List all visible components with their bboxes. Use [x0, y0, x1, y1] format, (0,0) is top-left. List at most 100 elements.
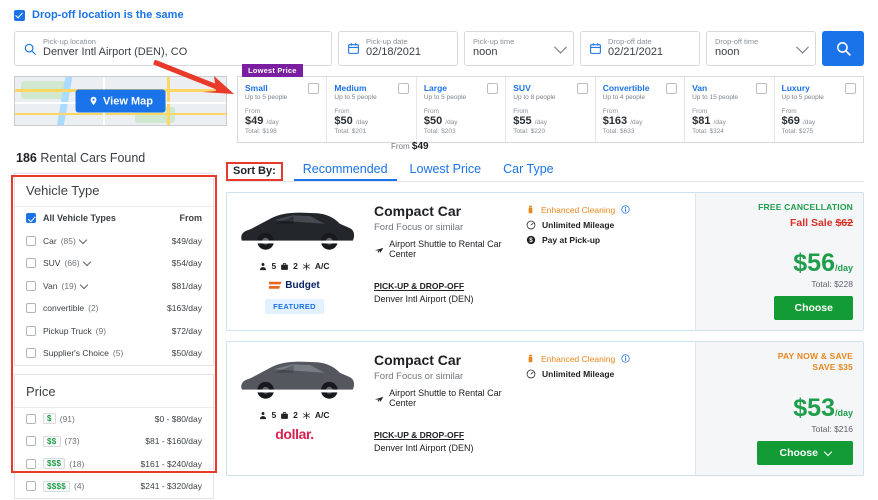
car-type-capacity: Up to 15 people [692, 94, 766, 101]
car-type-card[interactable]: SmallUp to 5 peopleFrom$49 /dayTotal: $1… [238, 77, 327, 142]
filter-row-vehicle-type[interactable]: Car(85)$49/day [15, 230, 213, 253]
shuttle-label: Airport Shuttle to Rental Car Center [389, 239, 520, 259]
feature-line: Unlimited Mileage [526, 369, 695, 379]
features-column: Enhanced CleaningUnlimited Mileage$Pay a… [520, 193, 695, 330]
car-result-card[interactable]: 52A/CBudgetFEATUREDCompact CarFord Focus… [226, 192, 864, 331]
spray-bottle-icon [526, 353, 535, 364]
filter-checkbox[interactable] [26, 303, 36, 313]
sort-from-tag: From $49 [391, 141, 429, 152]
price-tier-tag: $$$ [43, 458, 65, 469]
car-type-checkbox[interactable] [666, 83, 677, 94]
car-type-card[interactable]: SUVUp to 8 peopleFrom$55 /dayTotal: $220 [506, 77, 595, 142]
car-type-price: $55 [513, 115, 531, 127]
chevron-down-icon[interactable] [79, 281, 87, 289]
feature-line: Enhanced Cleaning [526, 204, 695, 215]
filter-count: (85) [61, 236, 76, 246]
car-type-checkbox[interactable] [308, 83, 319, 94]
filter-count: (9) [96, 326, 106, 336]
filter-row-vehicle-type[interactable]: SUV(66)$54/day [15, 252, 213, 275]
car-type-capacity: Up to 5 people [334, 94, 408, 101]
pickup-dropoff-heading: PICK-UP & DROP-OFF [374, 430, 520, 440]
search-icon [23, 42, 37, 56]
car-type-card[interactable]: ConvertibleUp to 4 peopleFrom$163 /dayTo… [596, 77, 685, 142]
vehicle-type-title: Vehicle Type [15, 174, 213, 207]
car-type-checkbox[interactable] [398, 83, 409, 94]
car-type-checkbox[interactable] [756, 83, 767, 94]
filter-checkbox[interactable] [26, 436, 36, 446]
car-type-capacity: Up to 8 people [513, 94, 587, 101]
dropoff-date-field[interactable]: Drop-off date 02/21/2021 [580, 31, 700, 66]
dropoff-same-row[interactable]: Drop-off location is the same [14, 6, 864, 24]
info-icon[interactable] [621, 354, 630, 363]
filter-count: (2) [88, 303, 98, 313]
save-amount-label: SAVE $35 [706, 362, 853, 373]
filter-row-price[interactable]: $(91)$0 - $80/day [15, 408, 213, 431]
filter-row-vehicle-type[interactable]: Van(19)$81/day [15, 275, 213, 298]
filter-price: $49/day [172, 236, 202, 246]
price-total: Total: $228 [706, 279, 853, 289]
filter-row-vehicle-type[interactable]: Pickup Truck(9)$72/day [15, 320, 213, 343]
car-type-strip: Lowest Price SmallUp to 5 peopleFrom$49 … [237, 76, 864, 143]
sort-tab[interactable]: Lowest Price [399, 162, 493, 181]
filter-checkbox[interactable] [26, 236, 36, 246]
search-icon [835, 40, 852, 57]
car-type-total: Total: $633 [603, 128, 677, 135]
car-type-card[interactable]: LuxuryUp to 5 peopleFrom$69 /dayTotal: $… [775, 77, 863, 142]
filter-row-vehicle-type[interactable]: convertible(2)$163/day [15, 297, 213, 320]
sort-tab[interactable]: Recommended [292, 162, 399, 181]
main-content: 186 Rental Cars Found Vehicle Type All V… [14, 151, 864, 499]
search-header: Drop-off location is the same Pick-up lo… [0, 0, 878, 66]
chevron-down-icon[interactable] [79, 236, 87, 244]
choose-button[interactable]: Choose [774, 296, 853, 320]
pickup-date-field[interactable]: Pick-up date 02/18/2021 [338, 31, 458, 66]
pickup-time-field[interactable]: Pick-up time noon [464, 31, 574, 66]
filter-count: (18) [69, 459, 84, 469]
view-map-label: View Map [103, 95, 153, 107]
car-type-checkbox[interactable] [577, 83, 588, 94]
car-image [232, 199, 358, 257]
car-details-column: Compact CarFord Focus or similarAirport … [362, 193, 520, 330]
search-button[interactable] [822, 31, 864, 66]
car-type-total: Total: $324 [692, 128, 766, 135]
filter-checkbox[interactable] [26, 258, 36, 268]
car-title: Compact Car [374, 203, 520, 219]
car-type-card[interactable]: LargeUp to 5 peopleFrom$50 /dayTotal: $2… [417, 77, 506, 142]
dropoff-same-checkbox[interactable] [14, 10, 25, 21]
filter-checkbox[interactable] [26, 414, 36, 424]
car-type-checkbox[interactable] [845, 83, 856, 94]
filter-checkbox[interactable] [26, 459, 36, 469]
filter-row-price[interactable]: $$$$(4)$241 - $320/day [15, 475, 213, 498]
filter-all-vehicle-types[interactable]: All Vehicle Types From [15, 207, 213, 230]
filter-checkbox[interactable] [26, 326, 36, 336]
filter-checkbox[interactable] [26, 348, 36, 358]
feature-line: $Pay at Pick-up [526, 235, 695, 245]
results-count: 186 Rental Cars Found [16, 151, 214, 165]
info-icon[interactable] [621, 205, 630, 214]
car-type-card[interactable]: MediumUp to 5 peopleFrom$50 /dayTotal: $… [327, 77, 416, 142]
filter-row-vehicle-type[interactable]: Supplier's Choice(5)$50/day [15, 342, 213, 365]
bag-count: 2 [293, 410, 298, 420]
all-vehicle-types-checkbox[interactable] [26, 213, 36, 223]
price-amount: $53 [793, 394, 835, 422]
price-column: FREE CANCELLATIONFall Sale $62$56/dayTot… [695, 193, 863, 330]
car-type-capacity: Up to 4 people [603, 94, 677, 101]
filter-checkbox[interactable] [26, 281, 36, 291]
chevron-down-icon[interactable] [82, 258, 90, 266]
car-type-price: $50 [424, 115, 442, 127]
dropoff-time-field[interactable]: Drop-off time noon [706, 31, 816, 66]
car-type-from-label: From [603, 108, 677, 115]
price-panel: Price $(91)$0 - $80/day$$(73)$81 - $160/… [14, 374, 214, 499]
car-result-card[interactable]: 52A/Cdollar.Compact CarFord Focus or sim… [226, 341, 864, 476]
calendar-icon [589, 42, 602, 55]
choose-button[interactable]: Choose [757, 441, 853, 465]
car-type-card[interactable]: VanUp to 15 peopleFrom$81 /dayTotal: $32… [685, 77, 774, 142]
sort-divider [226, 181, 864, 182]
person-icon [259, 411, 267, 420]
filter-checkbox[interactable] [26, 481, 36, 491]
feature-label: Unlimited Mileage [542, 369, 614, 379]
car-model: Ford Focus or similar [374, 371, 520, 382]
sort-tab[interactable]: Car Type [492, 162, 565, 181]
filter-row-price[interactable]: $$$(18)$161 - $240/day [15, 453, 213, 476]
filter-row-price[interactable]: $$(73)$81 - $160/day [15, 430, 213, 453]
car-type-checkbox[interactable] [487, 83, 498, 94]
